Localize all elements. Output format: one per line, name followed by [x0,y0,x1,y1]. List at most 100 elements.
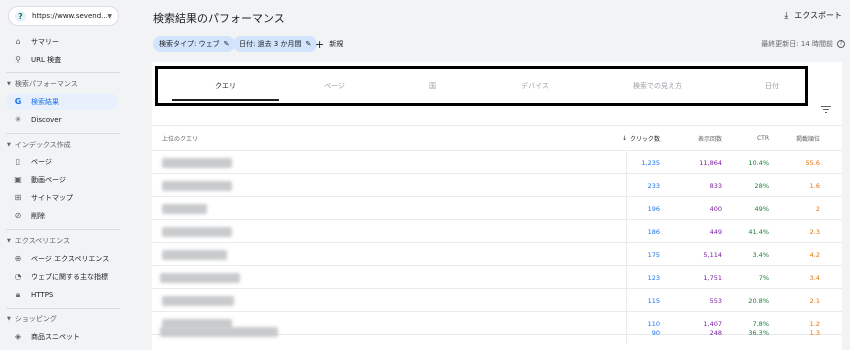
sidebar-item-label: サイトマップ [31,193,73,202]
table-row[interactable]: 123 1,751 7% 3.4 [152,266,842,289]
tab-countries[interactable]: 国 [390,69,475,103]
cell-position: 2.1 [809,296,820,305]
add-filter-label: 新規 [329,40,344,48]
divider [6,229,120,230]
section-title: インデックス作成 [14,141,71,149]
table-row[interactable]: 115 553 20.8% 2.1 [152,289,842,312]
sidebar-item-core-web-vitals[interactable]: ◔ ウェブに関する主な指標 [6,268,118,285]
section-title: エクスペリエンス [14,237,71,245]
sidebar-item-label: HTTPS [31,290,54,299]
cell-position: 55.6 [805,158,820,167]
caret-down-icon: ▼ [7,81,11,87]
sidebar-item-video-pages[interactable]: ▣ 動画ページ [6,171,118,188]
divider [6,133,120,134]
video-page-icon: ▣ [14,175,22,184]
table-row[interactable]: 233 833 28% 1.6 [152,174,842,197]
cell-ctr: 3.4% [752,250,769,259]
google-icon: G [14,97,22,106]
tab-devices[interactable]: デバイス [475,69,595,103]
export-button[interactable]: ⤓ エクスポート [784,10,842,21]
tab-queries[interactable]: クエリ [172,69,279,103]
sidebar-item-url-inspection[interactable]: ⚲ URL 検査 [6,51,118,68]
active-tab-indicator [172,99,279,101]
column-header-impressions[interactable]: 表示回数 [672,126,722,150]
sidebar-item-label: 商品スニペット [31,332,80,341]
page-icon: ▯ [15,157,21,166]
table-row[interactable]: 90 248 36.3% 1.3 [152,321,842,344]
sidebar-item-label: 動画ページ [31,175,66,184]
property-selector[interactable]: ? https://www.sevend... ▼ [8,6,119,26]
cell-position: 3.4 [809,273,820,282]
section-indexing[interactable]: ▼ インデックス作成 [7,140,71,150]
section-title: 検索パフォーマンス [14,80,78,88]
cell-position: 1.3 [809,328,820,337]
sidebar-item-page-experience[interactable]: ⊕ ページ エクスペリエンス [6,250,118,267]
column-header-ctr[interactable]: CTR [732,126,769,150]
help-icon[interactable]: ? [837,40,845,48]
sitemap-icon: ⊞ [14,193,22,202]
redacted-query [162,227,232,237]
filter-chip-label: 検索タイプ: ウェブ [159,40,220,48]
cell-clicks: 123 [647,273,660,282]
cell-clicks: 1,235 [641,158,660,167]
sidebar-item-https[interactable]: 🔒︎ HTTPS [6,286,118,303]
tab-pages[interactable]: ページ [279,69,390,103]
sidebar-item-product-snippets[interactable]: ◈ 商品スニペット [6,328,118,345]
asterisk-icon: ✳ [14,115,22,124]
export-label: エクスポート [794,11,842,20]
table-header: 上位のクエリ ↓ クリック数 表示回数 CTR 掲載順位 [152,125,842,151]
cell-ctr: 36.3% [748,328,769,337]
tab-search-appearance[interactable]: 検索での見え方 [595,69,720,103]
cell-impressions: 833 [709,181,722,190]
sidebar-item-sitemaps[interactable]: ⊞ サイトマップ [6,189,118,206]
redacted-query [160,327,278,337]
chevron-down-icon: ▼ [107,12,112,20]
plus-circle-icon: ⊕ [14,254,22,263]
sidebar-item-label: ページ エクスペリエンス [31,254,110,263]
cell-position: 1.6 [809,181,820,190]
filter-chip-label: 日付: 過去 3 か月間 [239,40,302,48]
download-icon: ⤓ [784,10,789,21]
home-icon: ⌂ [15,37,21,46]
sidebar-item-summary[interactable]: ⌂ サマリー [6,33,118,50]
cell-impressions: 449 [709,227,722,236]
sidebar: ? https://www.sevend... ▼ ⌂ サマリー ⚲ URL 検… [0,0,126,350]
section-shopping[interactable]: ▼ ショッピング [7,314,57,324]
sidebar-item-pages[interactable]: ▯ ページ [6,153,118,170]
last-updated: 最終更新日: 14 時間前 ? [761,39,845,49]
sidebar-item-discover[interactable]: ✳ Discover [6,111,118,128]
column-header-position[interactable]: 掲載順位 [782,126,820,150]
lock-icon: 🔒︎ [15,289,21,299]
column-header-clicks[interactable]: ↓ クリック数 [602,126,660,150]
sidebar-item-label: 削除 [31,211,45,220]
filter-chip-search-type[interactable]: 検索タイプ: ウェブ ✎ [153,36,236,52]
sidebar-item-label: Discover [31,115,62,124]
cell-ctr: 41.4% [748,227,769,236]
sidebar-item-removals[interactable]: ⊘ 削除 [6,207,118,224]
filter-rows-icon[interactable] [821,106,831,114]
cell-impressions: 1,751 [703,273,722,282]
cell-clicks: 175 [647,250,660,259]
table-row[interactable]: 1,235 11,864 10.4% 55.6 [152,151,842,174]
last-updated-text: 最終更新日: 14 時間前 [761,40,833,48]
section-experience[interactable]: ▼ エクスペリエンス [7,236,70,246]
table-row[interactable]: 175 5,114 3.4% 4.2 [152,243,842,266]
sidebar-item-label: URL 検査 [31,55,62,64]
cell-ctr: 20.8% [748,296,769,305]
add-filter-button[interactable]: + 新規 [315,36,343,52]
plus-icon: + [315,37,325,51]
cell-impressions: 248 [709,328,722,337]
section-search-performance[interactable]: ▼ 検索パフォーマンス [7,79,78,89]
redacted-query [162,181,232,191]
filter-chip-date[interactable]: 日付: 過去 3 か月間 ✎ [233,36,318,52]
table-row[interactable]: 186 449 41.4% 2.3 [152,220,842,243]
eye-off-icon: ⊘ [14,211,22,220]
sidebar-item-search-results[interactable]: G 検索結果 [6,93,118,110]
tab-dates[interactable]: 日付 [720,69,824,103]
redacted-query [162,250,227,260]
pencil-icon: ✎ [223,40,230,48]
cell-impressions: 5,114 [703,250,722,259]
caret-down-icon: ▼ [7,316,11,322]
gauge-icon: ◔ [14,272,22,281]
table-row[interactable]: 196 400 49% 2 [152,197,842,220]
